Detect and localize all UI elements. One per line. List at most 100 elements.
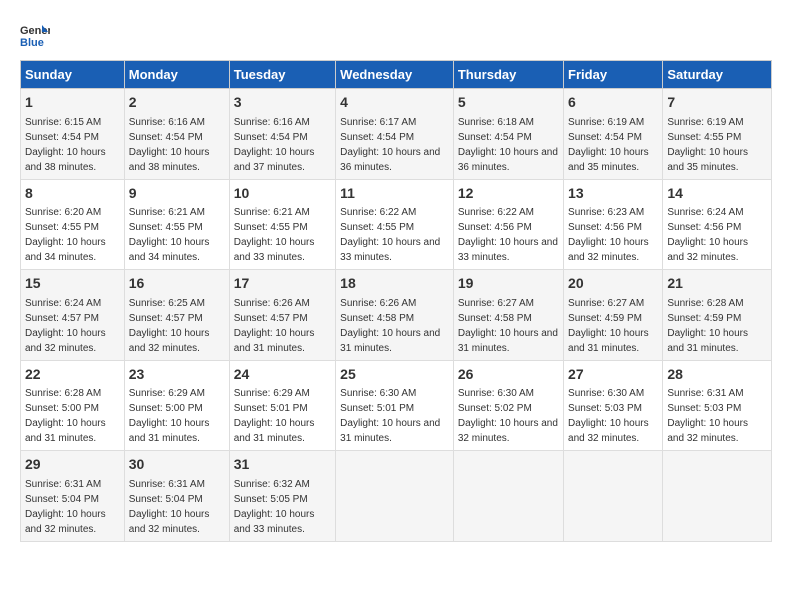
day-number: 7: [667, 93, 767, 113]
calendar-cell: 30 Sunrise: 6:31 AMSunset: 5:04 PMDayligh…: [124, 451, 229, 542]
calendar-cell: 11 Sunrise: 6:22 AMSunset: 4:55 PMDayligh…: [336, 179, 454, 270]
calendar-week-row: 29 Sunrise: 6:31 AMSunset: 5:04 PMDayligh…: [21, 451, 772, 542]
column-header-saturday: Saturday: [663, 61, 772, 89]
day-info: Sunrise: 6:18 AMSunset: 4:54 PMDaylight:…: [458, 117, 558, 173]
day-number: 30: [129, 455, 225, 475]
day-info: Sunrise: 6:24 AMSunset: 4:57 PMDaylight:…: [25, 298, 106, 354]
day-number: 23: [129, 365, 225, 385]
calendar-cell: 14 Sunrise: 6:24 AMSunset: 4:56 PMDayligh…: [663, 179, 772, 270]
day-info: Sunrise: 6:15 AMSunset: 4:54 PMDaylight:…: [25, 117, 106, 173]
calendar-cell: 15 Sunrise: 6:24 AMSunset: 4:57 PMDayligh…: [21, 270, 125, 361]
day-number: 8: [25, 184, 120, 204]
calendar-cell: 7 Sunrise: 6:19 AMSunset: 4:55 PMDaylight…: [663, 89, 772, 180]
day-info: Sunrise: 6:22 AMSunset: 4:56 PMDaylight:…: [458, 207, 558, 263]
calendar-cell: 8 Sunrise: 6:20 AMSunset: 4:55 PMDaylight…: [21, 179, 125, 270]
day-number: 20: [568, 274, 658, 294]
calendar-cell: 9 Sunrise: 6:21 AMSunset: 4:55 PMDaylight…: [124, 179, 229, 270]
day-number: 29: [25, 455, 120, 475]
day-number: 17: [234, 274, 331, 294]
day-number: 18: [340, 274, 449, 294]
day-number: 31: [234, 455, 331, 475]
column-header-sunday: Sunday: [21, 61, 125, 89]
day-number: 15: [25, 274, 120, 294]
day-number: 11: [340, 184, 449, 204]
calendar-table: SundayMondayTuesdayWednesdayThursdayFrid…: [20, 60, 772, 542]
day-info: Sunrise: 6:30 AMSunset: 5:03 PMDaylight:…: [568, 388, 649, 444]
day-info: Sunrise: 6:29 AMSunset: 5:00 PMDaylight:…: [129, 388, 210, 444]
day-info: Sunrise: 6:30 AMSunset: 5:02 PMDaylight:…: [458, 388, 558, 444]
day-info: Sunrise: 6:16 AMSunset: 4:54 PMDaylight:…: [129, 117, 210, 173]
day-info: Sunrise: 6:22 AMSunset: 4:55 PMDaylight:…: [340, 207, 440, 263]
calendar-cell: 16 Sunrise: 6:25 AMSunset: 4:57 PMDayligh…: [124, 270, 229, 361]
day-number: 24: [234, 365, 331, 385]
calendar-cell: 22 Sunrise: 6:28 AMSunset: 5:00 PMDayligh…: [21, 360, 125, 451]
day-info: Sunrise: 6:23 AMSunset: 4:56 PMDaylight:…: [568, 207, 649, 263]
day-number: 22: [25, 365, 120, 385]
day-info: Sunrise: 6:20 AMSunset: 4:55 PMDaylight:…: [25, 207, 106, 263]
day-number: 12: [458, 184, 559, 204]
day-number: 26: [458, 365, 559, 385]
day-number: 27: [568, 365, 658, 385]
page-header: General Blue: [20, 20, 772, 50]
column-header-monday: Monday: [124, 61, 229, 89]
day-number: 3: [234, 93, 331, 113]
svg-text:Blue: Blue: [20, 37, 44, 49]
day-number: 16: [129, 274, 225, 294]
calendar-cell: [663, 451, 772, 542]
calendar-cell: 10 Sunrise: 6:21 AMSunset: 4:55 PMDayligh…: [229, 179, 335, 270]
calendar-cell: 23 Sunrise: 6:29 AMSunset: 5:00 PMDayligh…: [124, 360, 229, 451]
day-number: 14: [667, 184, 767, 204]
day-number: 6: [568, 93, 658, 113]
day-info: Sunrise: 6:24 AMSunset: 4:56 PMDaylight:…: [667, 207, 748, 263]
day-number: 19: [458, 274, 559, 294]
day-info: Sunrise: 6:28 AMSunset: 4:59 PMDaylight:…: [667, 298, 748, 354]
day-info: Sunrise: 6:21 AMSunset: 4:55 PMDaylight:…: [234, 207, 315, 263]
day-info: Sunrise: 6:25 AMSunset: 4:57 PMDaylight:…: [129, 298, 210, 354]
day-info: Sunrise: 6:26 AMSunset: 4:58 PMDaylight:…: [340, 298, 440, 354]
day-number: 4: [340, 93, 449, 113]
day-info: Sunrise: 6:31 AMSunset: 5:04 PMDaylight:…: [25, 479, 106, 535]
calendar-cell: 31Sunrise: 6:32 AMSunset: 5:05 PMDayligh…: [229, 451, 335, 542]
column-header-tuesday: Tuesday: [229, 61, 335, 89]
calendar-cell: 25 Sunrise: 6:30 AMSunset: 5:01 PMDayligh…: [336, 360, 454, 451]
calendar-cell: 27 Sunrise: 6:30 AMSunset: 5:03 PMDayligh…: [564, 360, 663, 451]
calendar-cell: [336, 451, 454, 542]
day-info: Sunrise: 6:28 AMSunset: 5:00 PMDaylight:…: [25, 388, 106, 444]
calendar-cell: 2 Sunrise: 6:16 AMSunset: 4:54 PMDaylight…: [124, 89, 229, 180]
day-info: Sunrise: 6:29 AMSunset: 5:01 PMDaylight:…: [234, 388, 315, 444]
calendar-cell: 5 Sunrise: 6:18 AMSunset: 4:54 PMDaylight…: [453, 89, 563, 180]
day-info: Sunrise: 6:19 AMSunset: 4:55 PMDaylight:…: [667, 117, 748, 173]
calendar-cell: 17 Sunrise: 6:26 AMSunset: 4:57 PMDayligh…: [229, 270, 335, 361]
day-info: Sunrise: 6:27 AMSunset: 4:58 PMDaylight:…: [458, 298, 558, 354]
column-header-friday: Friday: [564, 61, 663, 89]
day-number: 10: [234, 184, 331, 204]
calendar-week-row: 8 Sunrise: 6:20 AMSunset: 4:55 PMDaylight…: [21, 179, 772, 270]
day-number: 2: [129, 93, 225, 113]
calendar-cell: 1Sunrise: 6:15 AMSunset: 4:54 PMDaylight…: [21, 89, 125, 180]
calendar-cell: [564, 451, 663, 542]
day-number: 13: [568, 184, 658, 204]
calendar-cell: 6 Sunrise: 6:19 AMSunset: 4:54 PMDaylight…: [564, 89, 663, 180]
day-info: Sunrise: 6:31 AMSunset: 5:04 PMDaylight:…: [129, 479, 210, 535]
day-info: Sunrise: 6:30 AMSunset: 5:01 PMDaylight:…: [340, 388, 440, 444]
calendar-cell: 24 Sunrise: 6:29 AMSunset: 5:01 PMDayligh…: [229, 360, 335, 451]
day-number: 9: [129, 184, 225, 204]
calendar-cell: 12 Sunrise: 6:22 AMSunset: 4:56 PMDayligh…: [453, 179, 563, 270]
day-info: Sunrise: 6:19 AMSunset: 4:54 PMDaylight:…: [568, 117, 649, 173]
day-info: Sunrise: 6:31 AMSunset: 5:03 PMDaylight:…: [667, 388, 748, 444]
column-header-wednesday: Wednesday: [336, 61, 454, 89]
day-number: 25: [340, 365, 449, 385]
calendar-cell: 28 Sunrise: 6:31 AMSunset: 5:03 PMDayligh…: [663, 360, 772, 451]
day-info: Sunrise: 6:21 AMSunset: 4:55 PMDaylight:…: [129, 207, 210, 263]
day-info: Sunrise: 6:16 AMSunset: 4:54 PMDaylight:…: [234, 117, 315, 173]
calendar-cell: 18 Sunrise: 6:26 AMSunset: 4:58 PMDayligh…: [336, 270, 454, 361]
calendar-week-row: 22 Sunrise: 6:28 AMSunset: 5:00 PMDayligh…: [21, 360, 772, 451]
day-number: 28: [667, 365, 767, 385]
calendar-cell: 20Sunrise: 6:27 AMSunset: 4:59 PMDayligh…: [564, 270, 663, 361]
logo: General Blue: [20, 20, 54, 50]
day-number: 5: [458, 93, 559, 113]
calendar-cell: 4Sunrise: 6:17 AMSunset: 4:54 PMDaylight…: [336, 89, 454, 180]
calendar-cell: 21Sunrise: 6:28 AMSunset: 4:59 PMDayligh…: [663, 270, 772, 361]
day-info: Sunrise: 6:26 AMSunset: 4:57 PMDaylight:…: [234, 298, 315, 354]
calendar-cell: 19 Sunrise: 6:27 AMSunset: 4:58 PMDayligh…: [453, 270, 563, 361]
